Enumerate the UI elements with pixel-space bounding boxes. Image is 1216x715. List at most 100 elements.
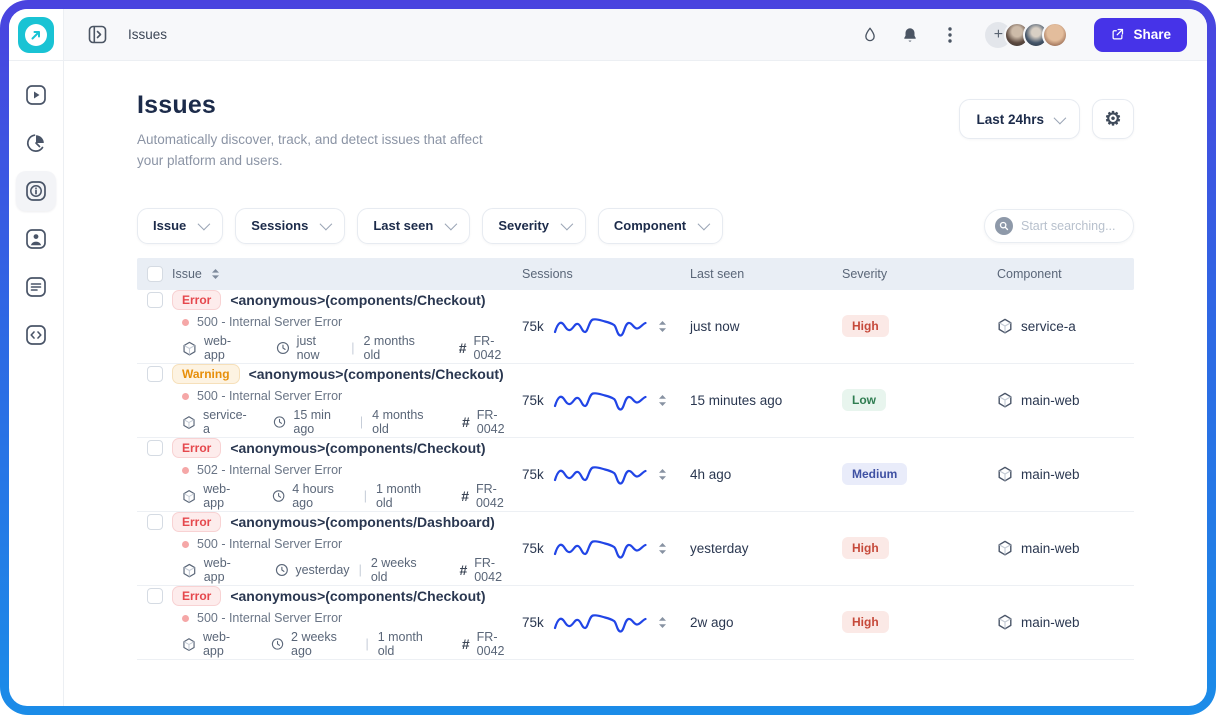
issues-table: Issue Sessions Last seen Severity Compon… [137,257,1134,660]
sidebar-item-issues[interactable] [16,171,56,211]
avatar[interactable] [1042,21,1069,48]
issue-subtitle: 500 - Internal Server Error [197,389,343,404]
filter-component[interactable]: Component [597,207,724,244]
sidebar-item-code[interactable] [16,315,56,355]
issue-ref: FR-0042 [473,334,502,363]
issue-time-recent: just now [296,334,320,363]
filter-issue[interactable]: Issue [137,207,224,244]
chevron-down-icon [444,218,458,231]
issue-time-recent: 15 min ago [293,408,331,437]
table-body: Error <anonymous>(components/Checkout) 5… [137,290,1134,660]
hexagon-package-icon [183,563,196,578]
component-name: main-web [1021,614,1080,630]
page-title: Issues [137,91,217,119]
column-label[interactable]: Issue [172,267,202,281]
severity-cell: Low [842,389,997,412]
hexagon-package-icon [183,489,195,503]
sessions-sort-icon[interactable] [658,394,667,407]
hexagon-package-icon [998,319,1012,334]
row-checkbox[interactable] [147,292,163,309]
breadcrumb[interactable]: Issues [128,27,167,42]
sort-icon[interactable] [211,268,220,280]
pie-chart-icon [25,132,47,154]
issue-title[interactable]: <anonymous>(components/Checkout) [230,440,485,456]
component-cell[interactable]: main-web [997,466,1134,482]
clock-icon [274,416,286,428]
issue-cell: Warning <anonymous>(components/Checkout)… [137,364,522,436]
issue-title[interactable]: <anonymous>(components/Dashboard) [230,514,494,530]
table-row[interactable]: Error <anonymous>(components/Checkout) 5… [137,586,1134,660]
column-label-severity[interactable]: Severity [842,267,997,281]
top-bar-main: Issues + Share [64,9,1207,61]
bell-icon[interactable] [899,24,921,46]
component-cell[interactable]: main-web [997,540,1134,556]
code-icon [25,324,47,346]
issue-app: web-app [203,482,231,511]
sidebar-item-people[interactable] [16,219,56,259]
issue-app: web-app [203,334,232,363]
app-logo-arrow-icon [25,23,47,46]
row-checkbox[interactable] [147,514,163,531]
issue-ref: FR-0042 [475,482,504,511]
column-label-last-seen[interactable]: Last seen [690,267,842,281]
status-dot [182,466,189,474]
kebab-menu-icon[interactable] [939,24,961,46]
filter-severity[interactable]: Severity [482,207,586,244]
sidebar-item-docs[interactable] [16,267,56,307]
select-all-checkbox[interactable] [147,265,163,282]
divider: | [359,415,364,430]
sidebar-item-analytics[interactable] [16,123,56,163]
issue-ref: FR-0042 [474,556,503,585]
component-cell[interactable]: main-web [997,392,1134,408]
table-row[interactable]: Warning <anonymous>(components/Checkout)… [137,364,1134,438]
main-content: Issues Automatically discover, track, an… [64,61,1207,706]
sessions-sort-icon[interactable] [658,320,667,333]
search-input[interactable] [1021,218,1123,233]
issue-type-badge: Error [172,586,222,607]
time-range-dropdown[interactable]: Last 24hrs [959,99,1080,139]
component-cell[interactable]: service-a [997,318,1134,334]
search-box[interactable] [984,208,1134,243]
component-cell[interactable]: main-web [997,614,1134,630]
filter-last-seen[interactable]: Last seen [357,207,471,244]
component-name: main-web [1021,392,1080,408]
row-checkbox[interactable] [147,440,163,457]
row-checkbox[interactable] [147,366,163,383]
chevron-down-icon [197,218,211,231]
last-seen-cell: 4h ago [690,466,732,482]
sessions-sparkline [553,540,647,559]
issue-title[interactable]: <anonymous>(components/Checkout) [230,292,485,308]
table-row[interactable]: Error <anonymous>(components/Checkout) 5… [137,438,1134,512]
column-label-sessions[interactable]: Sessions [522,267,690,281]
issue-title[interactable]: <anonymous>(components/Checkout) [249,366,504,382]
sessions-sparkline [553,466,647,485]
issue-cell: Error <anonymous>(components/Checkout) 5… [137,290,522,362]
divider: | [358,563,362,578]
time-range-label: Last 24hrs [976,111,1044,127]
sidebar-item-replays[interactable] [16,75,56,115]
sessions-sort-icon[interactable] [658,468,667,481]
sessions-cell: 75k [522,312,690,340]
table-row[interactable]: Error <anonymous>(components/Dashboard) … [137,512,1134,586]
issue-time-old: 2 weeks old [370,556,417,585]
row-checkbox[interactable] [147,588,163,605]
issue-cell: Error <anonymous>(components/Dashboard) … [137,512,522,584]
top-bar: Issues + Share [9,9,1207,61]
table-row[interactable]: Error <anonymous>(components/Checkout) 5… [137,290,1134,364]
sessions-sort-icon[interactable] [658,616,667,629]
settings-button[interactable]: ⚙ [1092,99,1134,139]
issue-title[interactable]: <anonymous>(components/Checkout) [230,588,485,604]
severity-cell: High [842,611,997,634]
app-logo[interactable] [18,16,54,53]
filter-sessions[interactable]: Sessions [235,207,346,244]
share-button[interactable]: Share [1094,17,1187,52]
column-label-component[interactable]: Component [997,267,1134,281]
logo-cell [9,9,64,61]
hash-icon: # [458,340,467,357]
clock-icon [276,342,289,355]
sidebar-toggle-icon[interactable] [86,24,108,46]
issue-app: service-a [202,408,247,437]
severity-cell: High [842,315,997,338]
droplet-icon[interactable] [859,24,881,46]
sessions-sort-icon[interactable] [658,542,667,555]
